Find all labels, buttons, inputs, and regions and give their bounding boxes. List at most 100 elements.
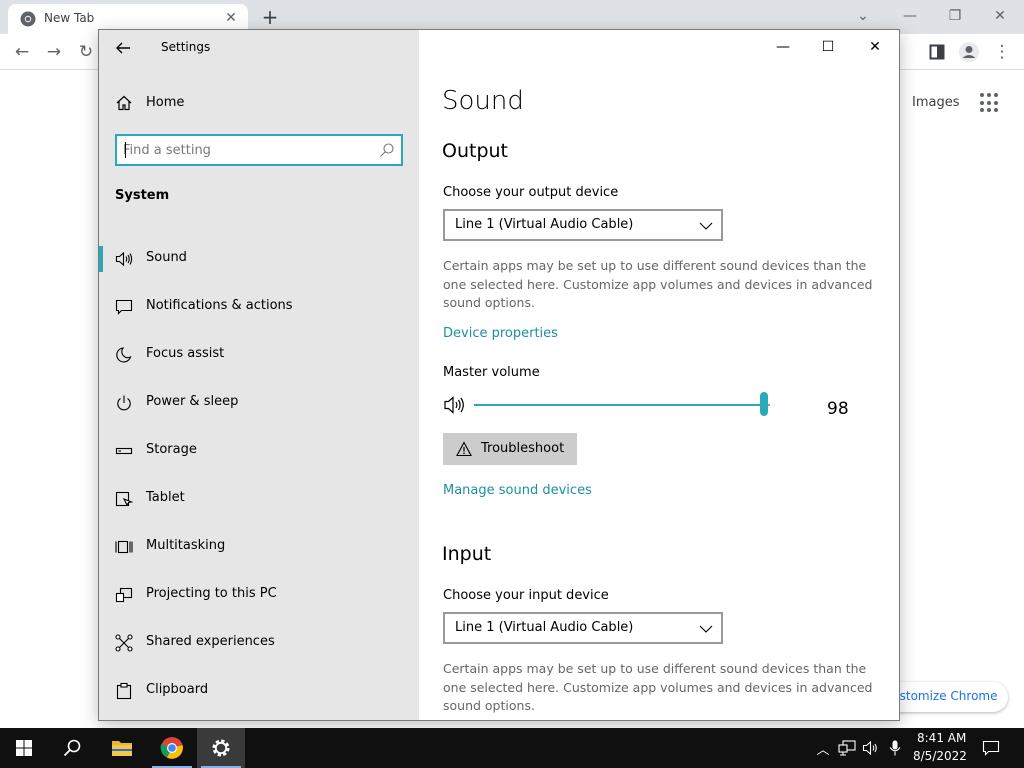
troubleshoot-button[interactable]: Troubleshoot: [443, 433, 577, 465]
search-taskbar-button[interactable]: [48, 728, 96, 768]
sidebar-item-label: Clipboard: [146, 682, 209, 697]
output-section-title: Output: [442, 140, 508, 162]
sidebar-item-label: Sound: [146, 250, 187, 265]
browser-close-icon[interactable]: ✕: [985, 2, 1015, 30]
search-input[interactable]: [123, 140, 373, 160]
output-device-label: Choose your output device: [443, 185, 619, 200]
master-volume-label: Master volume: [443, 365, 540, 380]
sidebar-item-notifications[interactable]: Notifications & actions: [99, 284, 419, 332]
page-title: Sound: [442, 86, 524, 116]
input-device-dropdown[interactable]: Line 1 (Virtual Audio Cable): [443, 612, 723, 644]
home-icon: [116, 95, 132, 111]
sidebar-item-projecting[interactable]: Projecting to this PC: [99, 572, 419, 620]
notification-icon: [115, 299, 133, 315]
gear-icon: [212, 739, 230, 757]
file-explorer-button[interactable]: [98, 728, 146, 768]
sidebar-item-power-sleep[interactable]: Power & sleep: [99, 380, 419, 428]
device-properties-link[interactable]: Device properties: [443, 326, 558, 341]
clock-time[interactable]: 8:41 AM: [917, 731, 966, 745]
sidebar-item-label: Power & sleep: [146, 394, 239, 409]
close-icon[interactable]: ✕: [857, 34, 893, 60]
output-description: Certain apps may be set up to use differ…: [443, 258, 873, 310]
sidebar-item-label: Shared experiences: [146, 634, 275, 649]
chrome-logo-icon: [160, 737, 183, 759]
tab-title: New Tab: [44, 11, 95, 25]
back-arrow-icon[interactable]: ←: [10, 40, 34, 64]
search-icon[interactable]: [379, 142, 395, 158]
reload-icon[interactable]: ↻: [74, 40, 98, 64]
search-box[interactable]: [115, 134, 403, 166]
forward-arrow-icon[interactable]: →: [42, 40, 66, 64]
images-link[interactable]: Images: [912, 95, 960, 110]
sidebar-item-clipboard[interactable]: Clipboard: [99, 668, 419, 716]
output-device-dropdown[interactable]: Line 1 (Virtual Audio Cable): [443, 209, 723, 241]
side-panel-icon[interactable]: [929, 44, 945, 60]
power-icon: [117, 395, 131, 411]
action-center-icon[interactable]: [982, 739, 1000, 757]
sidebar-item-home[interactable]: Home: [99, 88, 419, 118]
google-apps-icon[interactable]: [980, 93, 1000, 113]
microphone-icon[interactable]: [886, 739, 904, 757]
tab-close-icon[interactable]: ✕: [222, 9, 240, 27]
browser-menu-icon[interactable]: ⋮: [990, 40, 1014, 64]
input-section-title: Input: [442, 543, 492, 565]
sidebar-item-multitasking[interactable]: Multitasking: [99, 524, 419, 572]
chrome-logo-icon: [20, 11, 36, 27]
input-device-label: Choose your input device: [443, 588, 609, 603]
browser-restore-icon[interactable]: ❐: [940, 2, 970, 30]
browser-minimize-icon[interactable]: —: [895, 2, 925, 30]
sidebar-item-shared-experiences[interactable]: Shared experiences: [99, 620, 419, 668]
new-tab-button[interactable]: +: [258, 5, 282, 29]
master-volume-slider[interactable]: [474, 392, 770, 416]
window-title: Settings: [161, 40, 211, 54]
chevron-down-icon: [699, 625, 713, 633]
sidebar-item-label: Notifications & actions: [146, 298, 293, 313]
sidebar-item-storage[interactable]: Storage: [99, 428, 419, 476]
maximize-icon[interactable]: ☐: [810, 34, 846, 60]
sidebar-item-focus-assist[interactable]: Focus assist: [99, 332, 419, 380]
speaker-icon[interactable]: [443, 394, 467, 416]
sidebar-nav: Sound Notifications & actions Focus assi…: [99, 236, 419, 716]
tablet-icon: [115, 491, 133, 507]
sidebar-item-label: Projecting to this PC: [146, 586, 277, 601]
warning-icon: [456, 441, 472, 457]
sidebar-item-label: Focus assist: [146, 346, 225, 361]
sidebar-item-label: Storage: [146, 442, 197, 457]
text-caret: [125, 142, 126, 158]
master-volume-value: 98: [827, 399, 849, 419]
volume-icon[interactable]: [862, 739, 880, 757]
profile-avatar-icon[interactable]: [958, 41, 980, 63]
clipboard-icon: [116, 682, 132, 700]
storage-icon: [115, 447, 133, 455]
clock-date[interactable]: 8/5/2022: [913, 749, 967, 763]
moon-icon: [116, 347, 132, 363]
sidebar-item-label: Multitasking: [146, 538, 226, 553]
multitasking-icon: [115, 540, 133, 554]
settings-window: Settings Home System Sound: [98, 29, 900, 721]
minimize-icon[interactable]: —: [765, 34, 801, 60]
input-device-value: Line 1 (Virtual Audio Cable): [455, 620, 634, 635]
windows-logo-icon: [16, 740, 32, 756]
taskbar: ︿ 8:41 AM 8/5/2022: [0, 728, 1024, 768]
settings-sidebar: Settings Home System Sound: [99, 30, 419, 720]
settings-taskbar-button[interactable]: [197, 728, 245, 768]
manage-sound-devices-link[interactable]: Manage sound devices: [443, 483, 592, 498]
start-button[interactable]: [0, 728, 48, 768]
sidebar-item-label: Home: [146, 95, 185, 110]
folder-icon: [112, 741, 132, 756]
input-description: Certain apps may be set up to use differ…: [443, 661, 873, 713]
chevron-up-icon[interactable]: ︿: [814, 739, 832, 758]
search-icon: [63, 739, 81, 757]
tab-search-icon[interactable]: ⌄: [848, 2, 878, 30]
sidebar-item-sound[interactable]: Sound: [99, 236, 419, 284]
troubleshoot-label: Troubleshoot: [481, 441, 565, 456]
chrome-taskbar-button[interactable]: [148, 728, 196, 768]
customize-chrome-label: ustomize Chrome: [892, 689, 998, 703]
output-device-value: Line 1 (Virtual Audio Cable): [455, 217, 634, 232]
volume-slider-thumb[interactable]: [760, 392, 769, 416]
settings-content: — ☐ ✕ Sound Output Choose your output de…: [419, 30, 899, 720]
back-arrow-icon[interactable]: [113, 38, 133, 58]
network-icon[interactable]: [838, 739, 856, 757]
sidebar-item-tablet[interactable]: Tablet: [99, 476, 419, 524]
projecting-icon: [115, 587, 133, 603]
